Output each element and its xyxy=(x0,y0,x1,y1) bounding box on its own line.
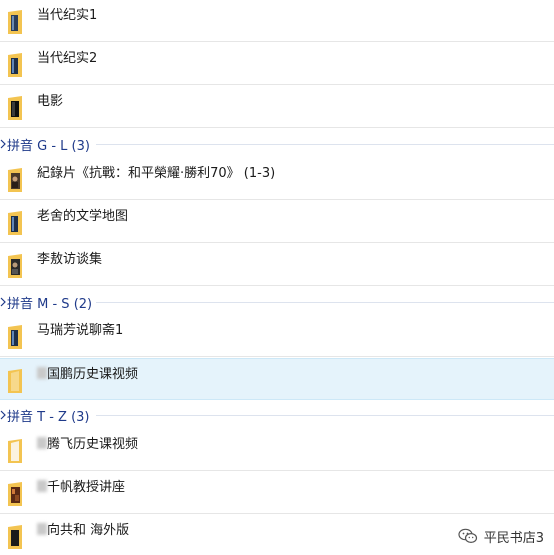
group-divider xyxy=(96,144,554,145)
list-item[interactable]: 电影 xyxy=(0,86,554,128)
item-label: 李敖访谈集 xyxy=(37,252,103,267)
folder-icon xyxy=(8,10,22,34)
item-label: 当代纪实2 xyxy=(37,51,98,66)
redacted-mark xyxy=(37,523,47,535)
group-divider xyxy=(96,302,554,303)
group-header-m-s[interactable]: 拼音 M - S (2) xyxy=(0,293,554,312)
folder-icon xyxy=(8,254,22,278)
item-label: 电影 xyxy=(37,94,64,109)
list-item[interactable]: 当代纪实1 xyxy=(0,0,554,42)
item-label: 老舍的文学地图 xyxy=(37,209,129,224)
group-title: 拼音 G - L (3) xyxy=(7,139,90,154)
list-item[interactable]: 千帆教授讲座 xyxy=(0,472,554,514)
item-label: 向共和 海外版 xyxy=(37,519,129,538)
redacted-mark xyxy=(37,367,47,379)
list-item[interactable]: 马瑞芳说聊斋1 xyxy=(0,315,554,357)
folder-icon xyxy=(8,439,22,463)
item-label-text: 千帆教授讲座 xyxy=(47,480,126,495)
item-label: 国鹏历史课视频 xyxy=(37,363,138,382)
list-item[interactable]: 老舍的文学地图 xyxy=(0,201,554,243)
folder-icon xyxy=(8,369,22,393)
group-title: 拼音 M - S (2) xyxy=(7,297,93,312)
group-divider xyxy=(96,415,554,416)
item-label: 腾飞历史课视频 xyxy=(37,433,138,452)
group-header-t-z[interactable]: 拼音 T - Z (3) xyxy=(0,406,554,425)
chevron-down-icon[interactable] xyxy=(0,137,6,151)
chevron-down-icon[interactable] xyxy=(0,295,6,309)
item-label: 马瑞芳说聊斋1 xyxy=(37,323,124,338)
watermark: 平民书店3 xyxy=(453,525,548,547)
item-label-text: 腾飞历史课视频 xyxy=(47,437,139,452)
folder-icon xyxy=(8,211,22,235)
group-title: 拼音 T - Z (3) xyxy=(7,410,90,425)
folder-icon xyxy=(8,168,22,192)
watermark-text: 平民书店3 xyxy=(483,530,544,546)
list-item[interactable]: 李敖访谈集 xyxy=(0,244,554,286)
list-item[interactable]: 紀錄片《抗戰：和平榮耀·勝利70》 (1-3) xyxy=(0,158,554,200)
folder-icon xyxy=(8,325,22,349)
redacted-mark xyxy=(37,480,47,492)
chevron-down-icon[interactable] xyxy=(0,408,6,422)
folder-icon xyxy=(8,482,22,506)
item-label-text: 国鹏历史课视频 xyxy=(47,367,139,382)
list-item-selected[interactable]: 国鹏历史课视频 xyxy=(0,358,554,400)
list-item[interactable]: 当代纪实2 xyxy=(0,43,554,85)
wechat-icon xyxy=(458,528,477,544)
folder-icon xyxy=(8,525,22,549)
folder-icon xyxy=(8,96,22,120)
item-label: 当代纪实1 xyxy=(37,8,98,23)
item-label: 千帆教授讲座 xyxy=(37,476,125,495)
folder-icon xyxy=(8,53,22,77)
item-label-text: 向共和 海外版 xyxy=(47,523,130,538)
file-list-view: 当代纪实1 当代纪实2 电影 拼音 G - L (3) 紀錄片《抗戰：和平榮耀·… xyxy=(0,0,554,555)
item-label: 紀錄片《抗戰：和平榮耀·勝利70》 (1-3) xyxy=(37,166,276,181)
list-item[interactable]: 腾飞历史课视频 xyxy=(0,429,554,471)
group-header-g-l[interactable]: 拼音 G - L (3) xyxy=(0,135,554,154)
redacted-mark xyxy=(37,437,47,449)
